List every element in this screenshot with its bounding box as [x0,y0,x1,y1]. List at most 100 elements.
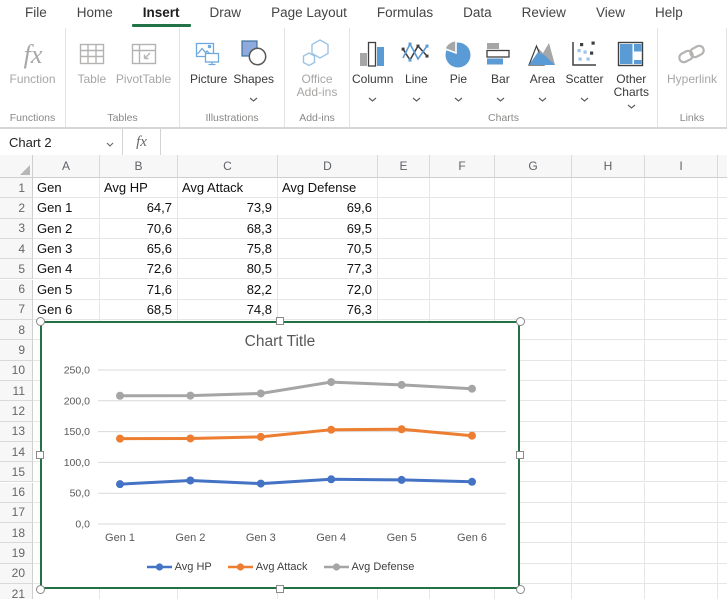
cell-H9[interactable] [572,340,645,360]
cell-J13[interactable] [718,422,727,442]
shapes-button[interactable]: Shapes [233,28,274,94]
cell-H14[interactable] [572,442,645,462]
row-header-5[interactable]: 5 [0,259,33,279]
chevron-down-icon[interactable] [538,89,547,94]
cell-I6[interactable] [645,280,718,300]
cell-J14[interactable] [718,442,727,462]
tab-home[interactable]: Home [62,0,128,28]
row-header-12[interactable]: 12 [0,401,33,421]
cell-F1[interactable] [430,178,495,198]
cell-I16[interactable] [645,483,718,503]
row-header-17[interactable]: 17 [0,503,33,523]
cell-I5[interactable] [645,259,718,279]
row-header-3[interactable]: 3 [0,219,33,239]
line-button[interactable]: Line [398,28,434,94]
column-header-I[interactable]: I [645,155,718,178]
cell-J18[interactable] [718,523,727,543]
cell-J4[interactable] [718,239,727,259]
tab-formulas[interactable]: Formulas [362,0,448,28]
cell-J10[interactable] [718,361,727,381]
chart-resize-handle[interactable] [516,585,525,594]
cell-G6[interactable] [495,280,572,300]
cell-A5[interactable]: Gen 4 [33,259,100,279]
row-header-18[interactable]: 18 [0,523,33,543]
cell-J8[interactable] [718,320,727,340]
cell-H12[interactable] [572,401,645,421]
cell-J20[interactable] [718,564,727,584]
cell-G5[interactable] [495,259,572,279]
chevron-down-icon[interactable] [412,89,421,94]
cell-I18[interactable] [645,523,718,543]
tab-draw[interactable]: Draw [195,0,257,28]
cell-D5[interactable]: 77,3 [278,259,378,279]
cell-E1[interactable] [378,178,430,198]
row-header-11[interactable]: 11 [0,381,33,401]
cell-I3[interactable] [645,219,718,239]
cell-J17[interactable] [718,503,727,523]
cell-D4[interactable]: 70,5 [278,239,378,259]
cell-G7[interactable] [495,300,572,320]
cell-H16[interactable] [572,483,645,503]
row-header-20[interactable]: 20 [0,564,33,584]
cell-I13[interactable] [645,422,718,442]
cell-J7[interactable] [718,300,727,320]
cell-D7[interactable]: 76,3 [278,300,378,320]
cell-F6[interactable] [430,280,495,300]
cell-H11[interactable] [572,381,645,401]
row-header-15[interactable]: 15 [0,462,33,482]
cell-J16[interactable] [718,483,727,503]
row-header-1[interactable]: 1 [0,178,33,198]
cell-H20[interactable] [572,564,645,584]
cell-I1[interactable] [645,178,718,198]
cell-E4[interactable] [378,239,430,259]
cell-C7[interactable]: 74,8 [178,300,278,320]
legend-item-avg-attack[interactable]: Avg Attack [227,561,308,573]
row-header-7[interactable]: 7 [0,300,33,320]
tab-review[interactable]: Review [507,0,581,28]
cell-E6[interactable] [378,280,430,300]
cell-H5[interactable] [572,259,645,279]
legend-item-avg-defense[interactable]: Avg Defense [323,561,415,573]
cell-H18[interactable] [572,523,645,543]
row-header-16[interactable]: 16 [0,483,33,503]
chart-resize-handle[interactable] [516,317,525,326]
chart-resize-handle[interactable] [276,585,284,593]
cell-I8[interactable] [645,320,718,340]
cell-H10[interactable] [572,361,645,381]
cell-I19[interactable] [645,543,718,563]
column-header-B[interactable]: B [100,155,178,178]
cell-J11[interactable] [718,381,727,401]
cell-B2[interactable]: 64,7 [100,198,178,218]
cell-I12[interactable] [645,401,718,421]
cell-D2[interactable]: 69,6 [278,198,378,218]
cell-A4[interactable]: Gen 3 [33,239,100,259]
cell-B1[interactable]: Avg HP [100,178,178,198]
cell-F3[interactable] [430,219,495,239]
tab-file[interactable]: File [10,0,62,28]
cell-H8[interactable] [572,320,645,340]
cell-J1[interactable] [718,178,727,198]
row-header-14[interactable]: 14 [0,442,33,462]
tab-page-layout[interactable]: Page Layout [256,0,362,28]
cell-H2[interactable] [572,198,645,218]
cell-C4[interactable]: 75,8 [178,239,278,259]
chart-resize-handle[interactable] [36,317,45,326]
cell-J2[interactable] [718,198,727,218]
chart-resize-handle[interactable] [276,317,284,325]
tab-help[interactable]: Help [640,0,698,28]
chevron-down-icon[interactable] [368,89,377,94]
picture-button[interactable]: Picture [190,28,227,86]
cell-B4[interactable]: 65,6 [100,239,178,259]
cell-I11[interactable] [645,381,718,401]
cell-H4[interactable] [572,239,645,259]
cell-I17[interactable] [645,503,718,523]
cell-J3[interactable] [718,219,727,239]
column-header-A[interactable]: A [33,155,100,178]
cell-H21[interactable] [572,584,645,599]
chart-resize-handle[interactable] [516,451,524,459]
legend-item-avg-hp[interactable]: Avg HP [146,561,212,573]
cell-A2[interactable]: Gen 1 [33,198,100,218]
bar-button[interactable]: Bar [482,28,518,94]
cell-C2[interactable]: 73,9 [178,198,278,218]
cell-A1[interactable]: Gen [33,178,100,198]
